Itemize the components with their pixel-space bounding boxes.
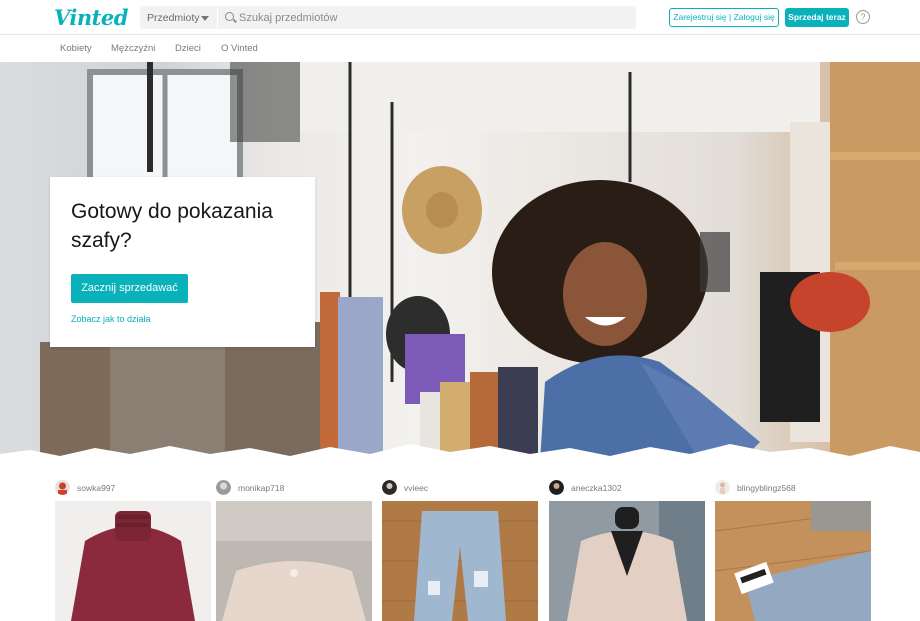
username: sowka997 [77,483,116,493]
category-select-value: Przedmioty [147,12,200,24]
username: monikap718 [238,483,285,493]
register-login-button[interactable]: Zarejestruj się | Zaloguj się [669,8,779,27]
username: blingyblingz568 [737,483,796,493]
category-select[interactable]: Przedmioty [140,6,217,29]
hero-banner: Gotowy do pokazania szafy? Zacznij sprze… [0,62,920,462]
item-photo[interactable] [55,501,211,621]
vinted-logo[interactable]: Vinted [54,5,128,30]
item-photo[interactable] [715,501,871,621]
search-icon [225,12,234,21]
item-photo[interactable] [549,501,705,621]
avatar [715,480,730,495]
item-photo[interactable] [382,501,538,621]
help-icon[interactable]: ? [856,10,870,24]
top-header: Vinted Przedmioty Zarejestruj się | Zalo… [0,0,920,35]
item-photo[interactable] [216,501,372,621]
hero-card: Gotowy do pokazania szafy? Zacznij sprze… [50,177,315,347]
nav-item-men[interactable]: Mężczyźni [111,43,155,54]
nav-item-kids[interactable]: Dzieci [175,43,201,54]
username: aneczka1302 [571,483,622,493]
avatar [55,480,70,495]
chevron-down-icon [201,16,209,21]
avatar [382,480,397,495]
username: vvieec [404,483,429,493]
how-it-works-link[interactable]: Zobacz jak to działa [71,314,151,324]
search-bar[interactable] [218,6,636,29]
search-input[interactable] [239,6,629,29]
torn-paper-divider [0,444,920,472]
start-selling-button[interactable]: Zacznij sprzedawać [71,274,188,303]
hero-title: Gotowy do pokazania szafy? [71,200,273,252]
avatar [549,480,564,495]
sell-now-button[interactable]: Sprzedaj teraz [785,8,849,27]
category-nav: Kobiety Mężczyźni Dzieci O Vinted [0,36,920,62]
nav-item-about[interactable]: O Vinted [221,43,258,54]
avatar [216,480,231,495]
nav-item-women[interactable]: Kobiety [60,43,92,54]
